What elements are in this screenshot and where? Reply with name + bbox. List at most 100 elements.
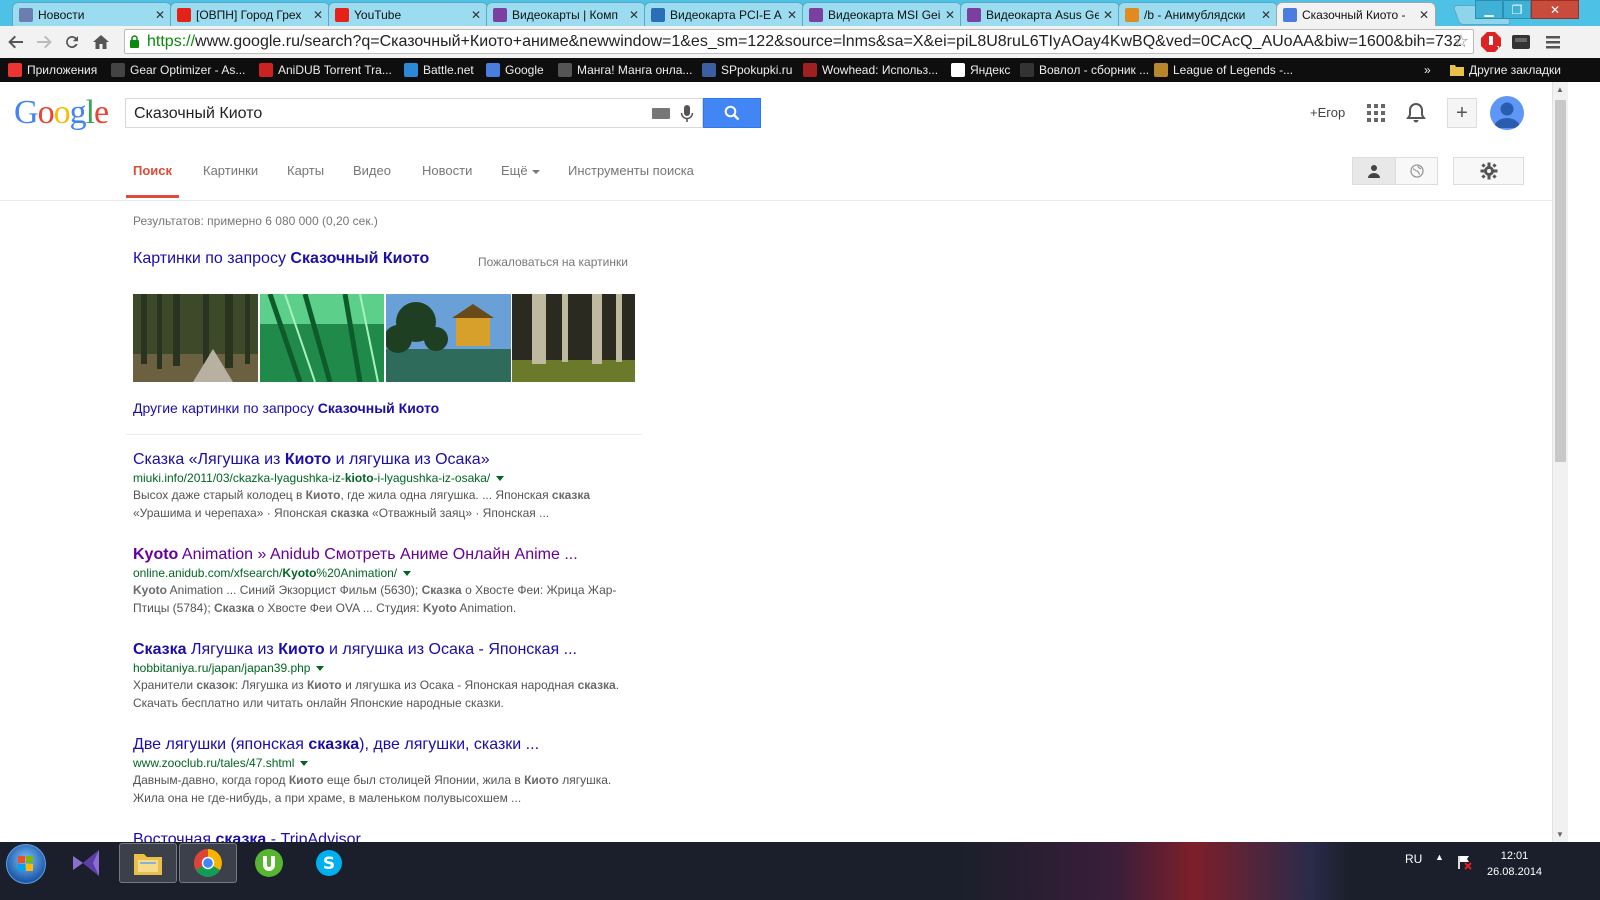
file-explorer-taskbar-button[interactable] [119,843,177,883]
close-tab-icon[interactable]: ✕ [1419,8,1429,22]
browser-tab[interactable]: Видеокарта MSI Gei ✕ [802,2,962,26]
close-tab-icon[interactable]: ✕ [1103,8,1113,22]
result-menu-arrow-icon[interactable] [300,761,309,767]
adblock-extension-icon[interactable]: 1 [1480,31,1502,53]
maximize-window-button[interactable]: ❐ [1503,0,1531,19]
bookmark-item[interactable]: Яндекс [951,62,1010,78]
file-explorer-icon [134,854,162,875]
close-tab-icon[interactable]: ✕ [787,8,797,22]
browser-tab[interactable]: Видеокарта Asus Ge ✕ [960,2,1120,26]
bookmark-item[interactable]: Gear Optimizer - As... [111,62,245,78]
input-language-indicator[interactable]: RU [1405,852,1422,866]
home-button[interactable] [89,30,113,54]
scroll-down-arrow-icon[interactable]: ▼ [1556,830,1564,839]
back-button[interactable] [4,30,28,54]
settings-button[interactable] [1453,157,1524,185]
search-input[interactable]: Сказочный Киото [125,98,703,128]
minimize-window-button[interactable]: ▁ [1475,0,1503,19]
bookmark-item[interactable]: Wowhead: Использ... [803,62,938,78]
browser-tab-strip: Новости ✕ [ОВПН] Город Грех ✕ YouTube ✕ Видеок… [0,0,1600,26]
bookmark-item[interactable]: SPpokupki.ru [702,62,792,78]
result-menu-arrow-icon[interactable] [316,666,325,672]
share-plus-button[interactable]: + [1447,98,1477,128]
extension-icon[interactable] [1510,31,1532,53]
close-tab-icon[interactable]: ✕ [471,8,481,22]
show-hidden-icons-arrow[interactable]: ▲ [1435,852,1444,862]
search-tab[interactable]: Видео [353,163,391,178]
close-tab-icon[interactable]: ✕ [1261,8,1271,22]
image-thumbnail[interactable] [512,294,635,382]
address-bar[interactable]: https://www.google.ru/search?q=Сказочный… [124,29,1474,54]
result-menu-arrow-icon[interactable] [496,476,505,482]
bookmark-item[interactable]: League of Legends -... [1154,62,1293,78]
browser-tab[interactable]: Видеокарта PCI-E A ✕ [644,2,804,26]
google-logo[interactable]: Google [14,94,109,132]
result-title-link[interactable]: Сказка «Лягушка из Киото и лягушка из Ос… [133,451,643,469]
bookmark-star-icon[interactable]: ☆ [1453,31,1469,52]
search-button[interactable] [703,98,761,128]
browser-tab[interactable]: Сказочный Киото - ✕ [1276,2,1436,26]
forward-button[interactable] [32,30,56,54]
apps-grid-icon[interactable] [1365,102,1387,124]
page-scrollbar[interactable]: ▲ ▼ [1552,82,1568,842]
result-title-link[interactable]: Kyoto Animation » Anidub Смотреть Аниме … [133,546,643,564]
browser-tab[interactable]: Видеокарты | Комп ✕ [486,2,646,26]
images-for-query-link[interactable]: Картинки по запросу Сказочный Киото [133,250,429,268]
search-tab[interactable]: Карты [287,163,324,178]
chrome-taskbar-button[interactable] [179,843,237,883]
utorrent-taskbar-button[interactable] [240,843,298,883]
visual-studio-taskbar-button[interactable] [58,843,116,883]
global-results-button[interactable] [1395,157,1438,185]
search-tab[interactable]: Картинки [203,163,258,178]
close-tab-icon[interactable]: ✕ [945,8,955,22]
scrollbar-thumb[interactable] [1555,100,1566,462]
bookmark-item[interactable]: Приложения [8,62,97,78]
search-query-text: Сказочный Киото [134,105,263,122]
bookmarks-more-chevron[interactable]: » [1424,62,1431,78]
close-tab-icon[interactable]: ✕ [313,8,323,22]
browser-tab[interactable]: /b - Анимублядски ✕ [1118,2,1278,26]
search-tab[interactable]: Поиск [133,163,172,178]
network-flag-icon[interactable] [1456,854,1472,870]
bookmark-item[interactable]: Вовлол - сборник ... [1020,62,1149,78]
system-clock[interactable]: 12:01 26.08.2014 [1487,848,1542,880]
result-snippet: Давным-давно, когда город Киото еще был … [133,773,612,805]
result-menu-arrow-icon[interactable] [403,571,412,577]
chrome-menu-icon[interactable] [1542,31,1564,53]
browser-tab[interactable]: YouTube ✕ [328,2,488,26]
start-button[interactable] [6,844,46,884]
image-thumbnail[interactable] [260,294,384,382]
image-thumbnail[interactable] [133,294,258,382]
bookmark-item[interactable]: AniDUB Torrent Tra... [259,62,392,78]
report-images-link[interactable]: Пожаловаться на картинки [478,255,628,269]
result-title-link[interactable]: Сказка Лягушка из Киото и лягушка из Оса… [133,641,643,659]
notifications-bell-icon[interactable] [1405,102,1427,124]
result-title-link[interactable]: Две лягушки (японская сказка), две лягуш… [133,736,643,754]
search-tab[interactable]: Ещё [501,163,540,178]
scroll-up-arrow-icon[interactable]: ▲ [1556,85,1564,94]
search-tab[interactable]: Новости [422,163,472,178]
league-icon [1154,63,1168,77]
search-tab-label: Ещё [501,163,528,178]
reload-button[interactable] [60,30,84,54]
keyboard-icon[interactable] [652,108,670,119]
browser-tab[interactable]: Новости ✕ [12,2,172,26]
bookmark-item[interactable]: Google [486,62,544,78]
search-tab[interactable]: Инструменты поиска [568,163,694,178]
other-bookmarks-folder[interactable]: Другие закладки [1450,62,1561,78]
more-images-link[interactable]: Другие картинки по запросу Сказочный Кио… [133,400,439,416]
microphone-icon[interactable] [680,104,694,124]
image-thumbnail[interactable] [386,294,511,382]
bookmark-item[interactable]: Манга! Манга онла... [558,62,692,78]
skype-taskbar-button[interactable]: S [300,843,358,883]
close-tab-icon[interactable]: ✕ [155,8,165,22]
user-avatar[interactable] [1490,96,1524,130]
bookmark-item[interactable]: Battle.net [404,62,474,78]
close-tab-icon[interactable]: ✕ [629,8,639,22]
bookmark-label: Вовлол - сборник ... [1039,63,1150,77]
browser-tab-title: Сказочный Киото - [1302,7,1406,22]
google-plus-user-link[interactable]: +Егор [1310,105,1345,120]
browser-tab[interactable]: [ОВПН] Город Грех ✕ [170,2,330,26]
personal-results-button[interactable] [1352,157,1396,185]
close-window-button[interactable]: ✕ [1531,0,1579,19]
